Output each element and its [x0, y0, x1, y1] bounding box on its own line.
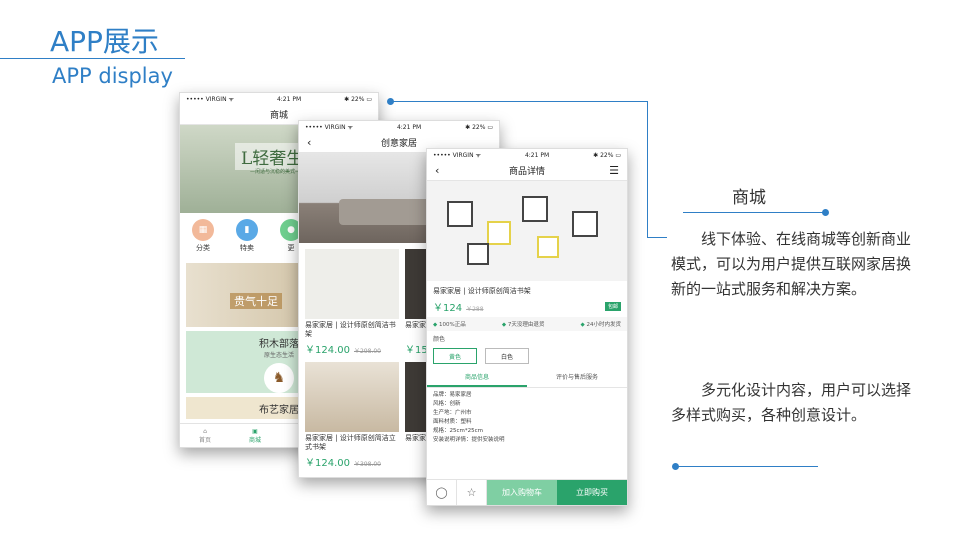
nav-title: 商品详情 [508, 167, 545, 177]
battery-text: ✱ 22% ▭ [593, 151, 621, 159]
carrier-text: ••••• VIRGIN ᯤ [186, 96, 234, 103]
spec-item: 规格：25cm*25cm [433, 428, 484, 434]
product-old-price: ￥398.00 [354, 461, 381, 468]
page-subtitle: APP display [52, 64, 173, 88]
nav-title: 商城 [269, 111, 288, 121]
color-label: 颜色 [433, 336, 446, 343]
connector-line [393, 101, 647, 102]
star-icon[interactable]: ☆ [457, 480, 487, 505]
category-label: 更 [287, 244, 295, 252]
color-option-yellow[interactable]: 黄色 [433, 348, 477, 364]
action-bar: ◯ ☆ 加入购物车 立即购买 [427, 479, 627, 505]
product-image [305, 362, 399, 432]
section-paragraph-2: 多元化设计内容，用户可以选择多样式购买，各种创意设计。 [671, 381, 912, 424]
tab-home[interactable]: ⌂ 首页 [180, 424, 230, 447]
spec-item: 品牌：易家家居 [433, 392, 472, 398]
card-title: 布艺家居 [259, 405, 299, 416]
category-item-fenlei[interactable]: ▦ 分类 [192, 219, 214, 253]
phone-product-detail: ••••• VIRGIN ᯤ 4:21 PM ✱ 22% ▭ ‹ 商品详情 ☰ … [426, 148, 628, 506]
category-label: 分类 [196, 244, 210, 252]
spec-item: 生产地：广州市 [433, 410, 472, 416]
tab-product-info[interactable]: 商品信息 [427, 368, 527, 387]
product-old-price: ￥298.00 [354, 348, 381, 355]
time-text: 4:21 PM [524, 151, 550, 159]
guarantee-item: 7天没理由退货 [502, 320, 545, 328]
shelf-shape [572, 211, 598, 237]
detail-tabs: 商品信息 评价与售后服务 [427, 368, 627, 388]
shelf-shape [447, 201, 473, 227]
time-text: 4:21 PM [396, 123, 422, 131]
status-bar: ••••• VIRGIN ᯤ 4:21 PM ✱ 22% ▭ [180, 93, 378, 105]
page-title: APP展示 [50, 25, 159, 58]
carrier-text: ••••• VIRGIN ᯤ [305, 124, 353, 131]
battery-text: ✱ 22% ▭ [344, 95, 372, 103]
product-price: ￥124 [433, 303, 463, 314]
tab-mall[interactable]: ▣ 商城 [230, 424, 280, 447]
back-icon[interactable]: ‹ [435, 164, 439, 177]
color-option-white[interactable]: 白色 [485, 348, 529, 364]
guarantee-item: 24小时内发货 [581, 320, 622, 328]
nav-bar: ‹ 商品详情 ☰ [427, 161, 627, 181]
title-underline [0, 58, 185, 59]
product-price: ￥124.00 [305, 345, 350, 356]
shelf-shape [487, 221, 511, 245]
home-icon: ⌂ [203, 427, 207, 435]
tab-label: 商城 [248, 436, 261, 444]
status-bar: ••••• VIRGIN ᯤ 4:21 PM ✱ 22% ▭ [427, 149, 627, 161]
time-text: 4:21 PM [276, 95, 302, 103]
carrier-text: ••••• VIRGIN ᯤ [433, 152, 481, 159]
menu-icon[interactable]: ☰ [609, 164, 619, 177]
guarantee-bar: 100%正品 7天没理由退货 24小时内发货 [427, 317, 627, 331]
add-to-cart-button[interactable]: 加入购物车 [487, 480, 557, 505]
connector-line [647, 101, 648, 237]
underline-dot [822, 209, 829, 216]
back-icon[interactable]: ‹ [307, 136, 311, 149]
bag-icon: ▣ [252, 427, 258, 435]
spec-item: 风格：创新 [433, 401, 461, 407]
product-hero-image[interactable] [427, 181, 627, 281]
shelf-shape [467, 243, 489, 265]
title-underline [683, 212, 823, 213]
category-label: 特卖 [240, 244, 254, 252]
connector-line [647, 237, 667, 238]
product-card[interactable]: 易家家居 | 设计师原创简洁立式书架 ￥124.00 ￥398.00 [305, 362, 399, 469]
product-name: 易家家居 | 设计师原创简洁书架 [305, 321, 396, 338]
battery-text: ✱ 22% ▭ [465, 123, 493, 131]
product-price: ￥124.00 [305, 458, 350, 469]
shelf-shape [522, 196, 548, 222]
product-name: 易家家居 | 设计师原创简洁书架 [433, 287, 531, 295]
promo-text: 贵气十足 [230, 293, 282, 309]
tab-label: 首页 [198, 436, 211, 444]
grid-icon: ▦ [192, 219, 214, 241]
category-item-temai[interactable]: ▮ 特卖 [236, 219, 258, 253]
shelf-shape [537, 236, 559, 258]
spec-item: 安装说明详情：提供安装说明 [433, 437, 505, 443]
product-price: ￥15 [405, 345, 428, 356]
nav-title: 创意家居 [380, 139, 417, 149]
section-paragraph-1: 线下体验、在线商城等创新商业模式，可以为用户提供互联网家居换新的一站式服务和解决… [671, 230, 912, 298]
deer-icon: ♞ [264, 363, 294, 393]
banner-tagline: —闲适与沉稳的美式— [250, 169, 301, 175]
tab-reviews[interactable]: 评价与售后服务 [527, 368, 627, 387]
spec-list: 品牌：易家家居 风格：创新 生产地：广州市 面料材质：塑料 规格：25cm*25… [427, 388, 627, 448]
status-bar: ••••• VIRGIN ᯤ 4:21 PM ✱ 22% ▭ [299, 121, 499, 133]
free-shipping-badge: 包邮 [604, 302, 621, 311]
product-old-price: ￥288 [466, 306, 484, 313]
guarantee-item: 100%正品 [433, 320, 466, 328]
bookmark-icon: ▮ [236, 219, 258, 241]
product-image [305, 249, 399, 319]
comment-icon[interactable]: ◯ [427, 480, 457, 505]
section-title: 商城 [732, 188, 766, 208]
spec-item: 面料材质：塑料 [433, 419, 472, 425]
product-name: 易家家居 | 设计师原创简洁立式书架 [305, 434, 396, 451]
buy-now-button[interactable]: 立即购买 [557, 480, 627, 505]
product-card[interactable]: 易家家居 | 设计师原创简洁书架 ￥124.00 ￥298.00 [305, 249, 399, 356]
color-options: 黄色 白色 [427, 346, 627, 368]
bottom-line [678, 466, 818, 467]
